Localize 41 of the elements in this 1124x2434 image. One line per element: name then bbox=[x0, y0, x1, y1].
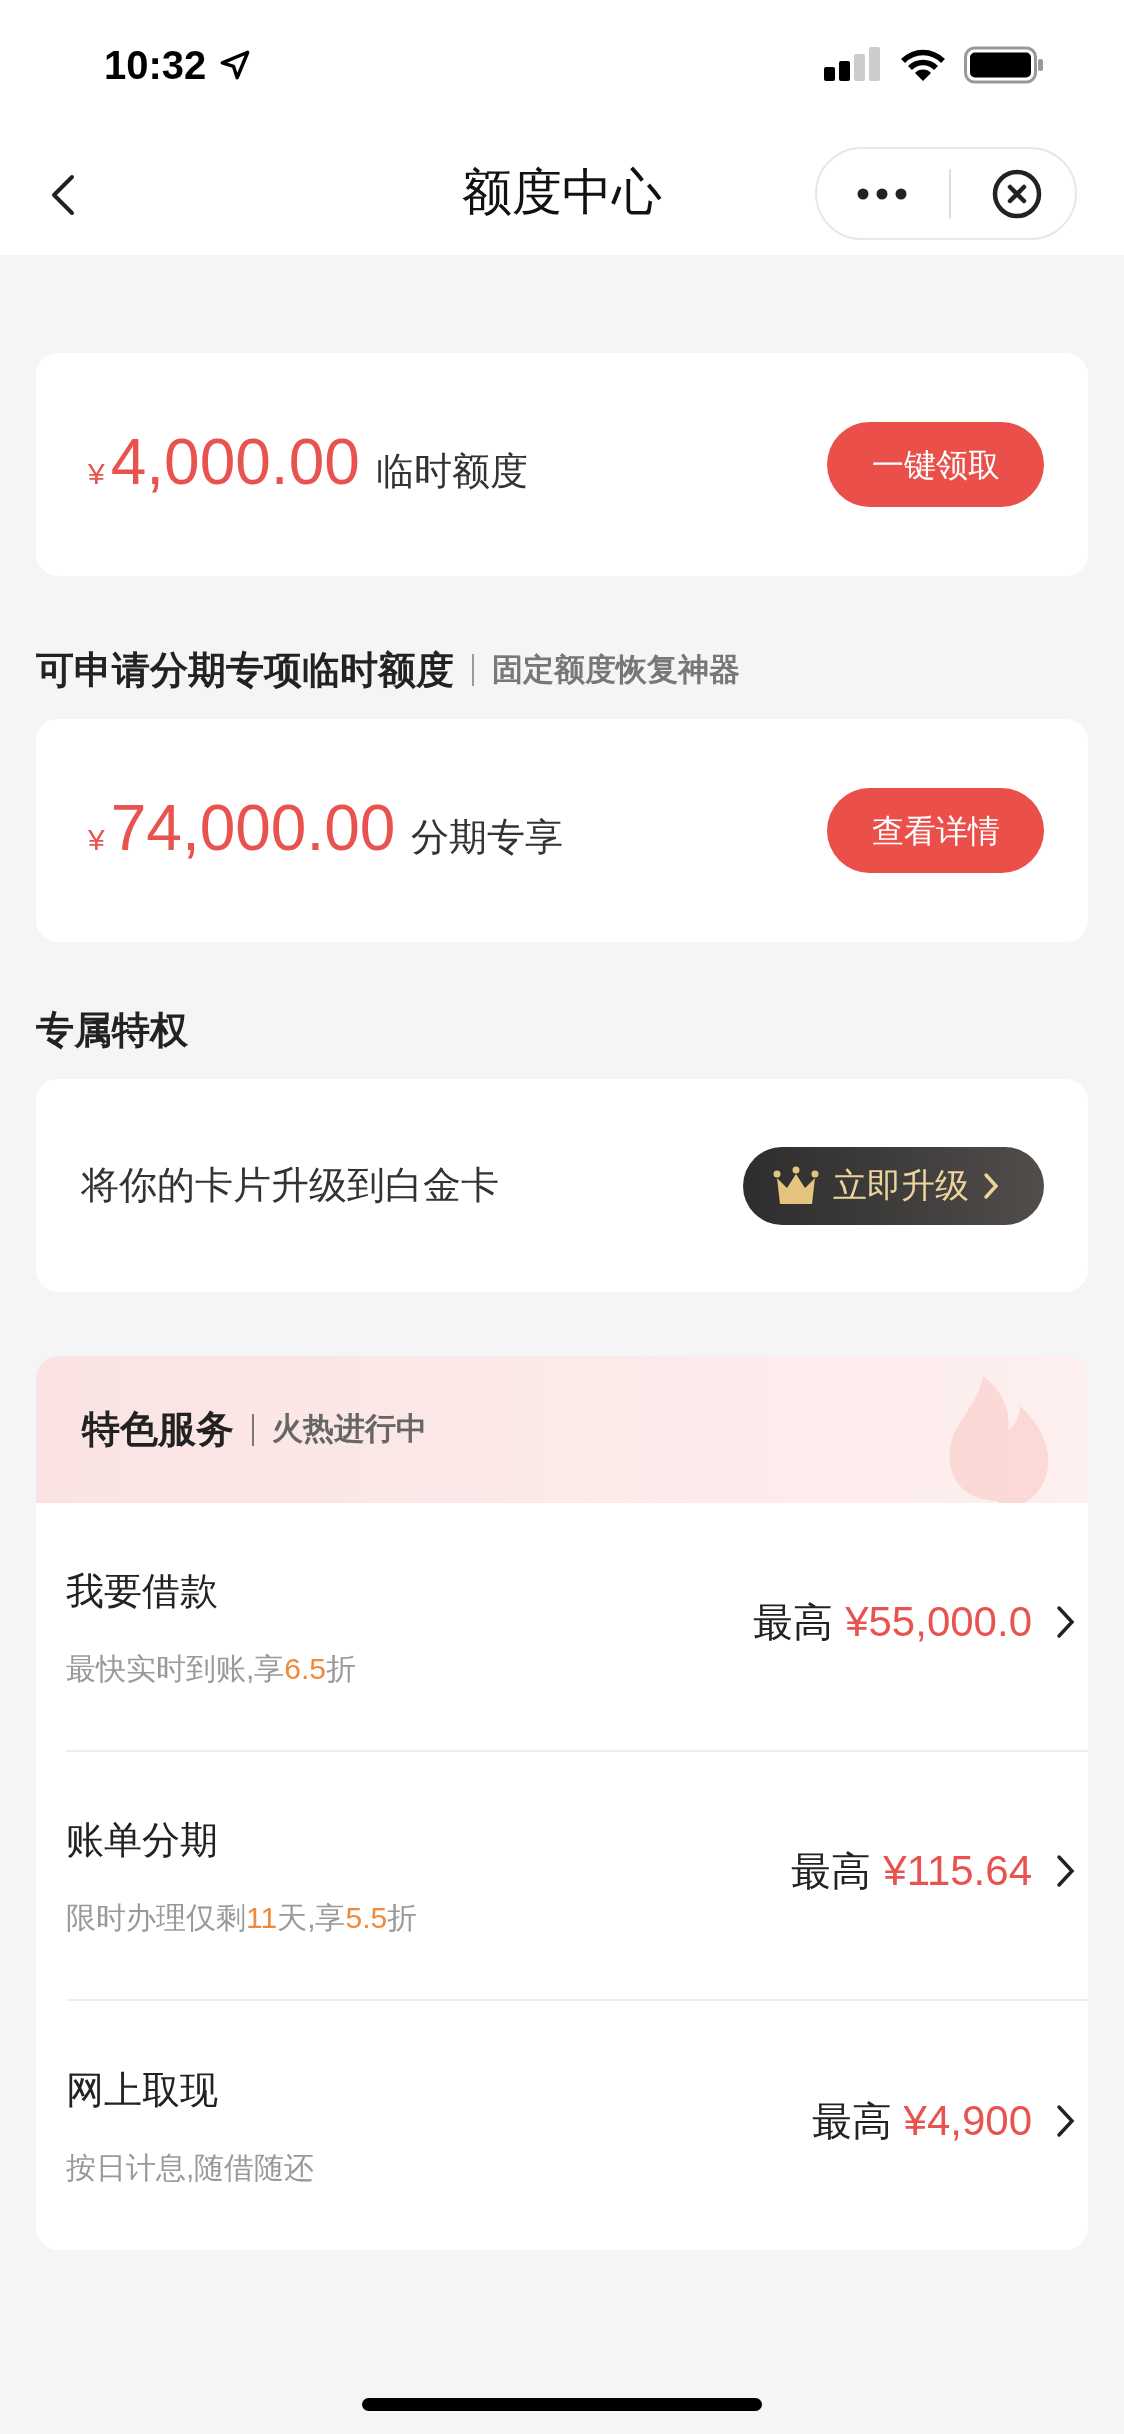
services-subtitle: 火热进行中 bbox=[272, 1410, 427, 1449]
page-title: 额度中心 bbox=[462, 163, 662, 222]
max-amount: ¥115.64 bbox=[883, 1846, 1032, 1896]
service-title: 账单分期 bbox=[66, 1817, 219, 1863]
action-button[interactable]: 一键领取 bbox=[827, 422, 1044, 507]
chevron-right-icon bbox=[1056, 1604, 1076, 1639]
service-row[interactable]: 账单分期 限时办理仅剩11天,享5.5折 最高 ¥115.64 bbox=[66, 1752, 1088, 2001]
service-description: 限时办理仅剩11天,享5.5折 bbox=[66, 1899, 418, 1936]
amount-label: 临时额度 bbox=[375, 448, 528, 494]
section-heading: 可申请分期专项临时额度 bbox=[36, 647, 454, 693]
currency-symbol: ¥ bbox=[88, 821, 105, 858]
chevron-right-icon bbox=[1056, 2103, 1076, 2138]
service-row[interactable]: 我要借款 最快实时到账,享6.5折 最高 ¥55,000.0 bbox=[66, 1503, 1088, 1752]
upgrade-button[interactable]: 立即升级 bbox=[743, 1146, 1044, 1225]
upgrade-text: 将你的卡片升级到白金卡 bbox=[81, 1163, 499, 1208]
amount-label: 分期专享 bbox=[411, 814, 564, 860]
currency-symbol: ¥ bbox=[88, 455, 105, 492]
service-row[interactable]: 网上取现 按日计息,随借随还 最高 ¥4,900 bbox=[66, 2001, 1088, 2250]
service-description: 按日计息,随借随还 bbox=[66, 2149, 315, 2186]
section-heading: 专属特权 bbox=[36, 1007, 188, 1053]
more-icon[interactable] bbox=[857, 187, 907, 200]
amount-prefix: 最高 bbox=[811, 2097, 892, 2145]
service-title: 网上取现 bbox=[66, 2067, 219, 2113]
chevron-right-icon bbox=[1056, 1853, 1076, 1888]
crown-icon bbox=[773, 1165, 819, 1206]
service-title: 我要借款 bbox=[66, 1568, 219, 1614]
services-title: 特色服务 bbox=[82, 1407, 234, 1452]
max-amount: ¥55,000.0 bbox=[845, 1597, 1032, 1647]
amount-value: 4,000.00 bbox=[110, 429, 360, 494]
amount-prefix: 最高 bbox=[753, 1598, 834, 1646]
max-amount: ¥4,900 bbox=[903, 2096, 1032, 2146]
signal-icon bbox=[824, 47, 882, 83]
battery-icon bbox=[964, 46, 1044, 84]
amount-value: 74,000.00 bbox=[110, 795, 396, 860]
section-subheading: 固定额度恢复神器 bbox=[492, 650, 740, 689]
action-button[interactable]: 查看详情 bbox=[827, 788, 1044, 873]
status-time: 10:32 bbox=[104, 42, 207, 89]
chevron-right-icon bbox=[983, 1171, 999, 1200]
close-icon[interactable] bbox=[991, 167, 1043, 220]
amount-prefix: 最高 bbox=[791, 1847, 872, 1895]
service-description: 最快实时到账,享6.5折 bbox=[66, 1650, 357, 1687]
